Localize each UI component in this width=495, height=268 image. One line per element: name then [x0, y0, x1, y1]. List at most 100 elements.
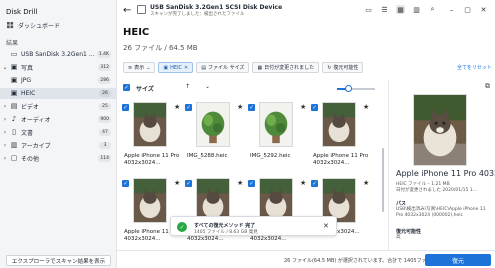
count-badge: 1.4K: [96, 51, 111, 58]
chevron-right-icon: ›: [3, 116, 7, 123]
file-name: IMG_5292.heic: [250, 153, 291, 159]
minimize-icon[interactable]: –: [447, 5, 456, 14]
scrollbar[interactable]: [382, 148, 384, 212]
image-icon: ▣: [10, 76, 18, 84]
preview-image: [413, 94, 467, 166]
sidebar-item-audio[interactable]: › ♪ オーディオ 900: [0, 114, 117, 125]
dashboard-icon: [6, 22, 14, 30]
chevron-right-icon: ›: [3, 142, 7, 149]
file-size-filter[interactable]: ▤ ファイル サイズ: [196, 62, 250, 73]
count-badge: 286: [98, 77, 111, 84]
close-icon[interactable]: ✕: [323, 222, 329, 230]
tile-checkbox[interactable]: ✓: [311, 104, 318, 111]
date-changed-label: 日付が変更されました: [264, 65, 315, 71]
show-in-explorer-button[interactable]: エクスプローラでスキャン結果を表示: [6, 255, 111, 266]
file-icon: ▤: [201, 64, 206, 71]
image-icon: ▣: [10, 89, 18, 97]
file-tile[interactable]: ✓ ★ IMG_5288.heic: [183, 98, 245, 172]
tile-checkbox[interactable]: ✓: [122, 180, 129, 187]
star-icon[interactable]: ★: [174, 103, 180, 111]
preview-file-name: Apple iPhone 11 Pro 4032...: [396, 169, 495, 178]
list-view-icon[interactable]: ☰: [380, 5, 389, 14]
sidebar-item-label: その他: [21, 156, 40, 163]
reset-all-link[interactable]: 全てをリセット: [457, 64, 492, 71]
sidebar-item-label: HEIC: [21, 90, 36, 97]
star-icon[interactable]: ★: [363, 179, 369, 187]
folder-icon[interactable]: ▭: [364, 5, 373, 14]
thumbnail-image: [133, 178, 167, 223]
calendar-icon: ▦: [257, 64, 263, 71]
tile-checkbox[interactable]: ✓: [122, 104, 129, 111]
check-icon: ✓: [177, 222, 187, 232]
view-filter[interactable]: ≡ 表示 ⌄: [123, 62, 156, 73]
sidebar-item-label: ビデオ: [21, 104, 40, 111]
close-icon[interactable]: ✕: [184, 65, 188, 71]
sidebar-item-jpg[interactable]: ▣ JPG 286: [0, 75, 117, 86]
recover-button[interactable]: 復元: [425, 254, 491, 266]
file-tile[interactable]: ✓ ★ Apple iPhone 11 Pro 4032x3024...: [309, 98, 371, 172]
grid-view-icon[interactable]: ▦: [396, 5, 405, 14]
photo-icon: ▣: [10, 63, 18, 71]
tile-checkbox[interactable]: ✓: [248, 104, 255, 111]
star-icon[interactable]: ★: [363, 103, 369, 111]
sidebar-item-drive[interactable]: ▭ USB SanDisk 3.2Gen1 SCS... 1.4K: [0, 49, 117, 60]
star-icon[interactable]: ★: [174, 179, 180, 187]
columns-view-icon[interactable]: ▥: [412, 5, 421, 14]
path-value: USB\検出済み\写真\HEIC\Apple iPhone 11 Pro 403…: [396, 207, 486, 218]
star-icon[interactable]: ★: [300, 179, 306, 187]
file-tile[interactable]: ✓ ★ Apple iPhone 11 Pro 4032x3024...: [120, 98, 182, 172]
close-icon[interactable]: ✕: [479, 5, 488, 14]
count-badge: 312: [98, 64, 111, 71]
sidebar-item-dashboard[interactable]: ダッシュボード: [6, 21, 60, 30]
sidebar-item-label: JPG: [21, 77, 32, 84]
sidebar-item-video[interactable]: › ▤ ビデオ 25: [0, 101, 117, 112]
thumbnail-image: [259, 102, 293, 147]
page-title: HEIC: [123, 27, 150, 38]
tile-checkbox[interactable]: ✓: [185, 180, 192, 187]
count-badge: 26: [99, 90, 111, 97]
sort-arrow-icon[interactable]: ↑: [185, 83, 190, 90]
star-icon[interactable]: ★: [237, 179, 243, 187]
select-all-checkbox[interactable]: ✓: [123, 84, 130, 91]
tile-checkbox[interactable]: ✓: [311, 180, 318, 187]
tile-checkbox[interactable]: ✓: [248, 180, 255, 187]
file-name: Apple iPhone 11 Pro 4032x3024...: [313, 153, 369, 166]
thumbnail-image: [322, 102, 356, 147]
device-subtitle: スキャンが完了しました：検出されたファイル: [150, 12, 245, 17]
sidebar-item-archives[interactable]: › ▥ アーカイブ 3: [0, 140, 117, 151]
sidebar-item-label: オーディオ: [21, 117, 51, 124]
archive-icon: ▥: [10, 141, 18, 149]
maximize-icon[interactable]: ▢: [463, 5, 472, 14]
zoom-slider-handle[interactable]: [345, 85, 352, 92]
chevron-down-icon: ⌄: [146, 64, 151, 71]
file-size-label: ファイル サイズ: [207, 65, 245, 71]
sidebar-item-other[interactable]: › ▢ その他 114: [0, 153, 117, 164]
sidebar-item-heic[interactable]: ▣ HEIC 26: [0, 88, 117, 99]
count-badge: 114: [98, 155, 111, 162]
search-icon[interactable]: ⌕: [428, 5, 437, 14]
other-icon: ▢: [10, 154, 18, 162]
sidebar-item-photos[interactable]: ⌄ ▣ 写真 312: [0, 62, 117, 73]
heic-filter-chip[interactable]: ▣ HEIC ✕: [158, 62, 194, 73]
star-icon[interactable]: ★: [237, 103, 243, 111]
file-tile[interactable]: ✓ ★ IMG_5292.heic: [246, 98, 308, 172]
sort-column-label[interactable]: サイズ: [136, 84, 154, 93]
device-title: USB SanDisk 3.2Gen1 SCSI Disk Device: [150, 4, 283, 11]
recovery-chance-label: 復元可能性: [333, 65, 359, 71]
thumbnail-image: [196, 102, 230, 147]
back-arrow-icon[interactable]: ←: [123, 5, 131, 16]
tile-checkbox[interactable]: ✓: [185, 104, 192, 111]
sidebar-item-documents[interactable]: › ▯ 文書 47: [0, 127, 117, 138]
chevron-down-icon[interactable]: ⌄: [205, 83, 210, 90]
star-icon[interactable]: ★: [300, 103, 306, 111]
sidebar-item-label: ダッシュボード: [18, 23, 61, 30]
date-changed-filter[interactable]: ▦ 日付が変更されました: [252, 62, 320, 73]
zoom-slider-track[interactable]: [350, 88, 375, 90]
recovery-chance-filter[interactable]: ↻ 復元可能性: [322, 62, 364, 73]
preview-panel: ⧉ Apple iPhone 11 Pro 4032... HEIC ファイル …: [388, 80, 495, 250]
audio-icon: ♪: [11, 115, 17, 123]
chevron-right-icon: ›: [3, 103, 7, 110]
file-name: IMG_5288.heic: [187, 153, 228, 159]
open-external-icon[interactable]: ⧉: [485, 82, 490, 91]
preview-date-changed: 日付が変更されました 2020/01/15 1...: [396, 188, 477, 193]
